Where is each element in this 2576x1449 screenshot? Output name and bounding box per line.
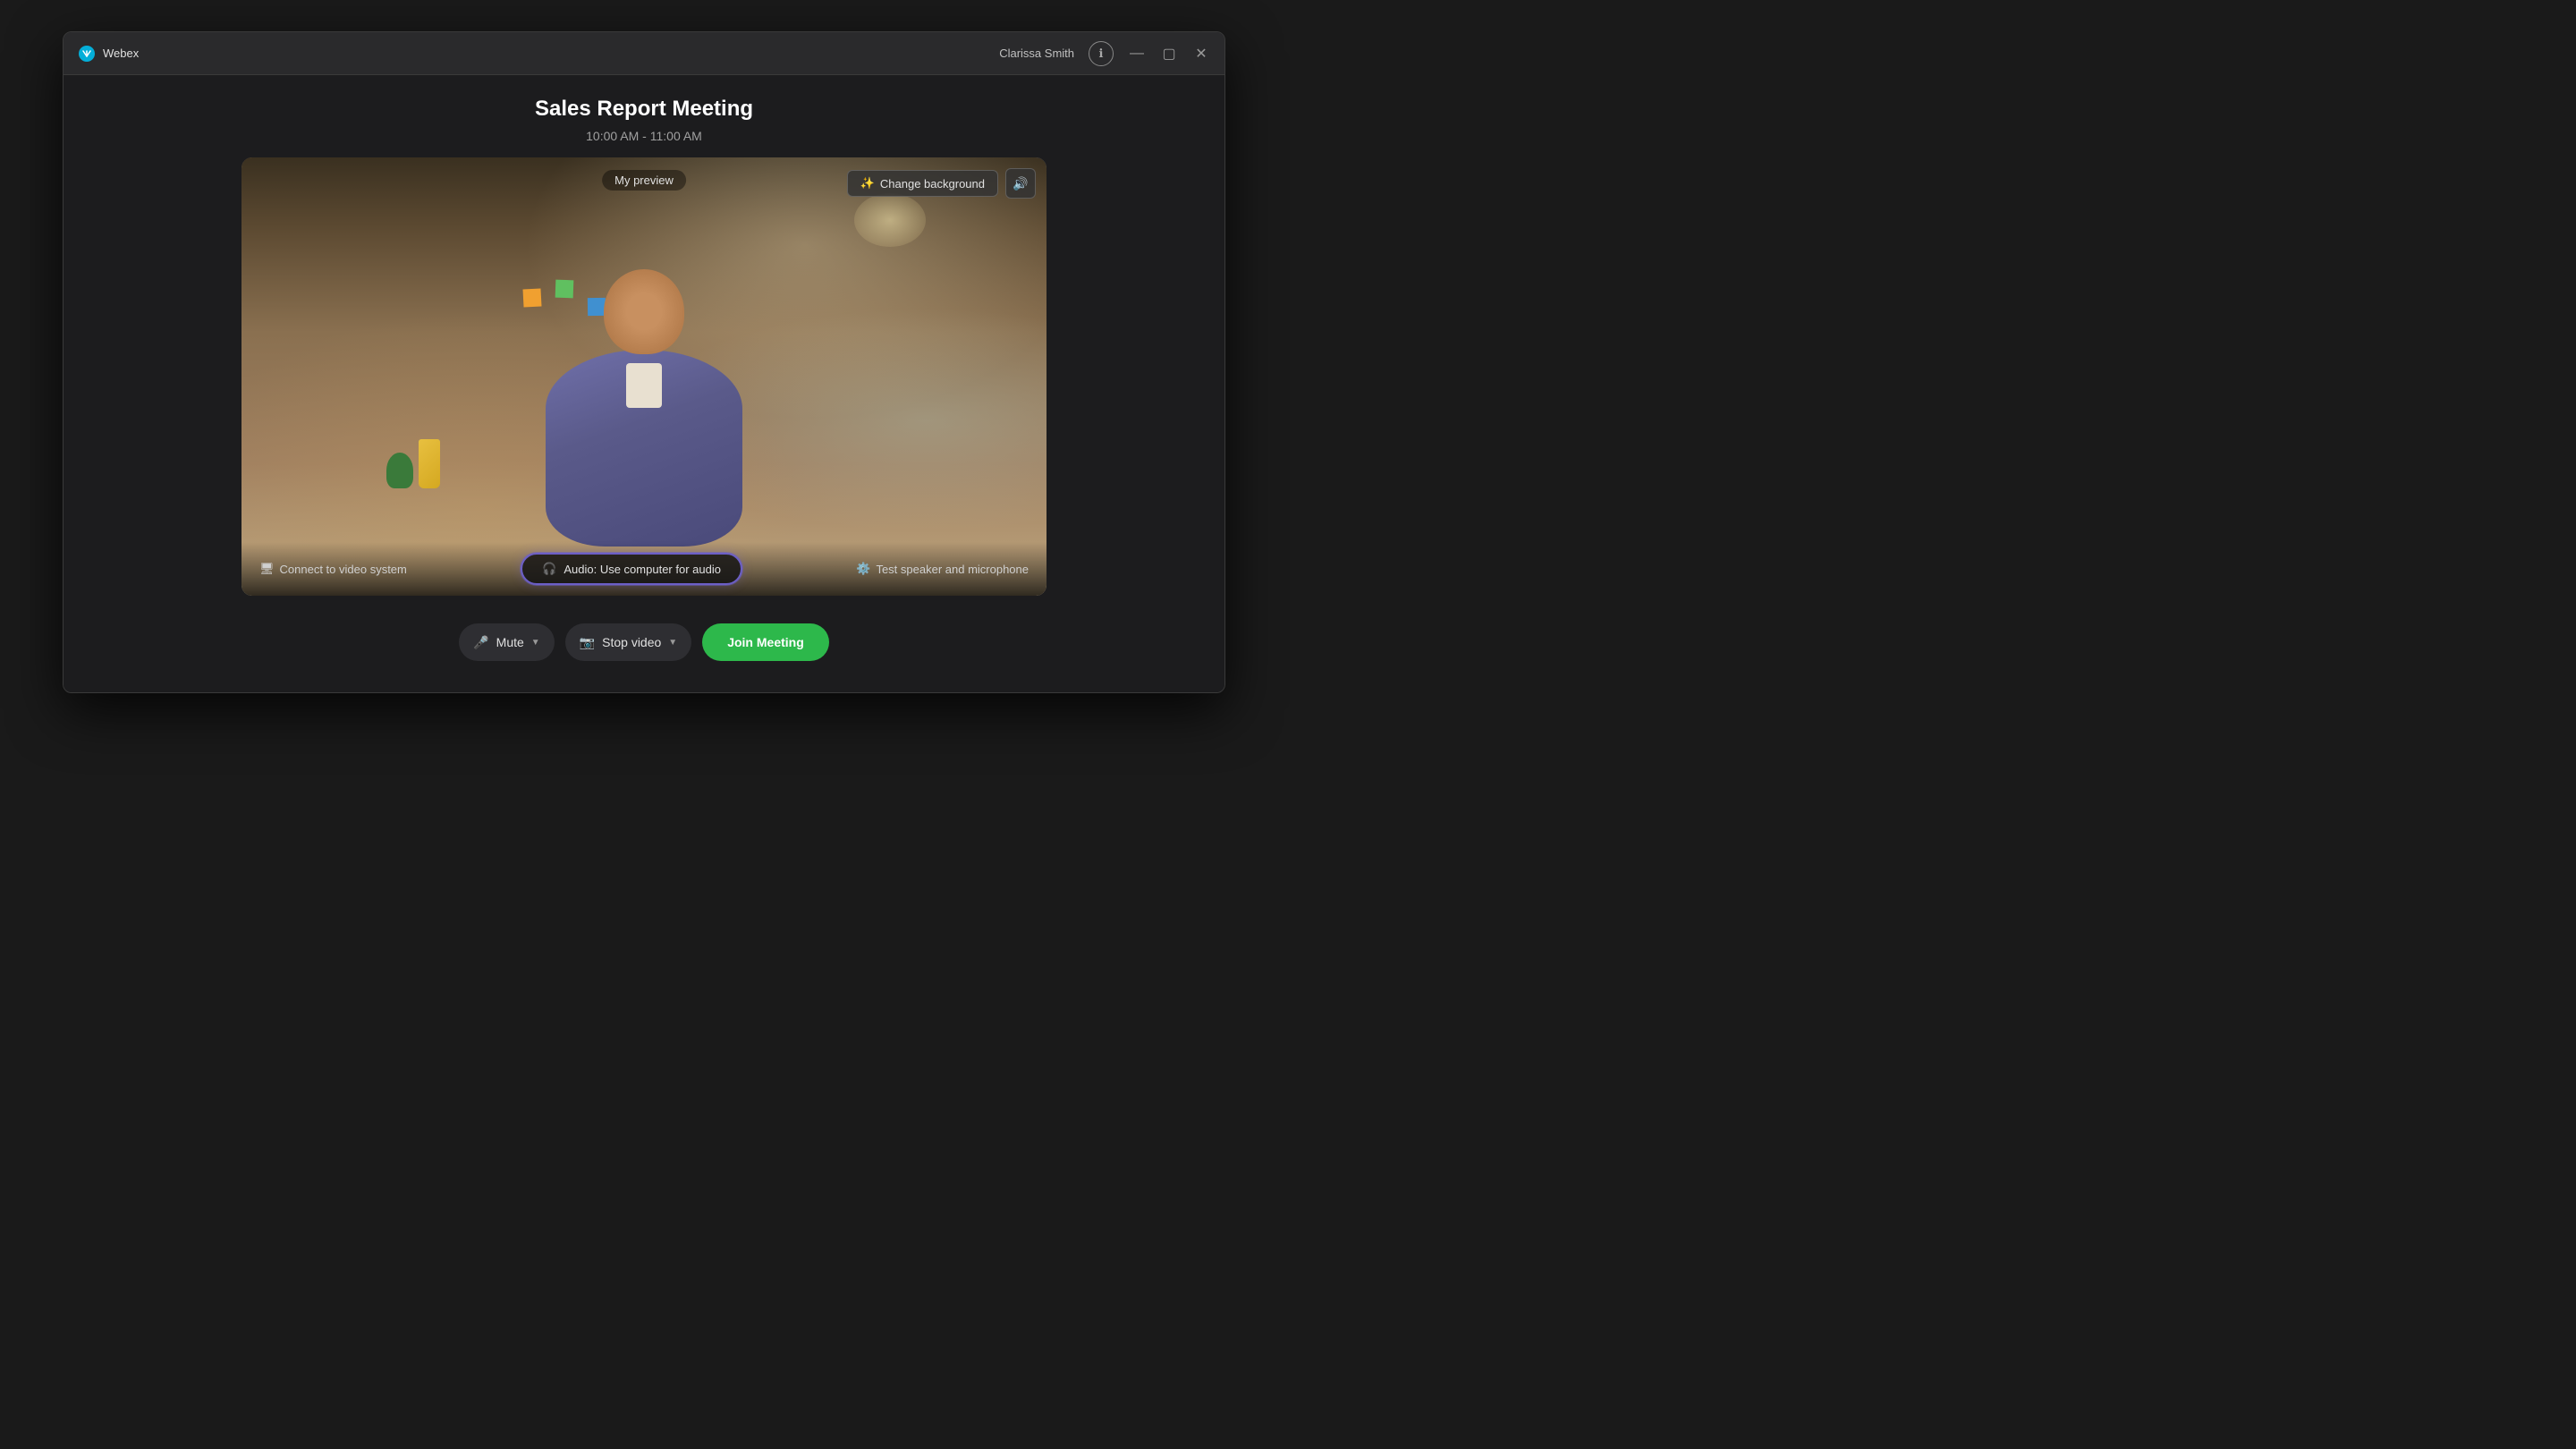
- person-body: [546, 350, 742, 547]
- green-plant: [386, 453, 413, 488]
- change-background-button[interactable]: ✨ Change background: [847, 170, 998, 197]
- title-bar-left: Webex: [78, 45, 139, 63]
- microphone-icon: 🎤: [473, 635, 488, 650]
- noise-cancellation-button[interactable]: 🔊: [1005, 168, 1036, 199]
- minimize-button[interactable]: —: [1128, 45, 1146, 63]
- test-speaker-button[interactable]: ⚙️ Test speaker and microphone: [856, 562, 1029, 576]
- webex-logo-icon: [78, 45, 96, 63]
- gear-icon: ⚙️: [856, 562, 870, 576]
- video-container: My preview ✨ Change background 🔊 🖥 C: [242, 157, 1046, 596]
- meeting-time: 10:00 AM - 11:00 AM: [586, 129, 702, 143]
- person-head: [604, 269, 684, 354]
- camera-icon: 📷: [580, 635, 595, 650]
- video-bottom-bar: 🖥 Connect to video system 🎧 Audio: Use c…: [242, 542, 1046, 596]
- sticky-note-1: [522, 288, 541, 307]
- meeting-title: Sales Report Meeting: [535, 97, 753, 122]
- window-controls: — ▢ ✕: [1128, 45, 1210, 63]
- app-window: Webex Clarissa Smith ℹ — ▢ ✕ Sales Repor…: [63, 31, 1225, 693]
- app-name-label: Webex: [103, 47, 139, 60]
- audio-button[interactable]: 🎧 Audio: Use computer for audio: [521, 553, 742, 585]
- preview-label: My preview: [602, 170, 686, 191]
- audio-center: 🎧 Audio: Use computer for audio: [521, 553, 742, 585]
- mute-caret-icon: ▼: [531, 638, 540, 648]
- info-button[interactable]: ℹ: [1089, 41, 1114, 66]
- monitor-icon: 🖥: [259, 562, 275, 576]
- user-name-label: Clarissa Smith: [999, 47, 1074, 60]
- video-preview: My preview ✨ Change background 🔊 🖥 C: [242, 157, 1046, 596]
- connect-video-button[interactable]: 🖥 Connect to video system: [259, 562, 407, 576]
- person-figure: [546, 269, 742, 547]
- main-content: Sales Report Meeting 10:00 AM - 11:00 AM: [64, 75, 1224, 692]
- top-right-controls: ✨ Change background 🔊: [847, 168, 1036, 199]
- lamp-decoration: [854, 193, 926, 247]
- mute-button[interactable]: 🎤 Mute ▼: [459, 623, 554, 661]
- title-bar: Webex Clarissa Smith ℹ — ▢ ✕: [64, 32, 1224, 75]
- video-caret-icon: ▼: [668, 638, 677, 648]
- maximize-button[interactable]: ▢: [1160, 45, 1178, 63]
- close-button[interactable]: ✕: [1192, 45, 1210, 63]
- speaker-wave-icon: 🔊: [1013, 176, 1028, 191]
- join-meeting-button[interactable]: Join Meeting: [702, 623, 829, 661]
- bottom-action-bar: 🎤 Mute ▼ 📷 Stop video ▼ Join Meeting: [459, 610, 829, 674]
- yellow-vase: [419, 439, 440, 488]
- title-bar-right: Clarissa Smith ℹ — ▢ ✕: [999, 41, 1210, 66]
- sparkle-icon: ✨: [860, 176, 875, 191]
- stop-video-button[interactable]: 📷 Stop video ▼: [565, 623, 692, 661]
- headphone-icon: 🎧: [542, 562, 556, 576]
